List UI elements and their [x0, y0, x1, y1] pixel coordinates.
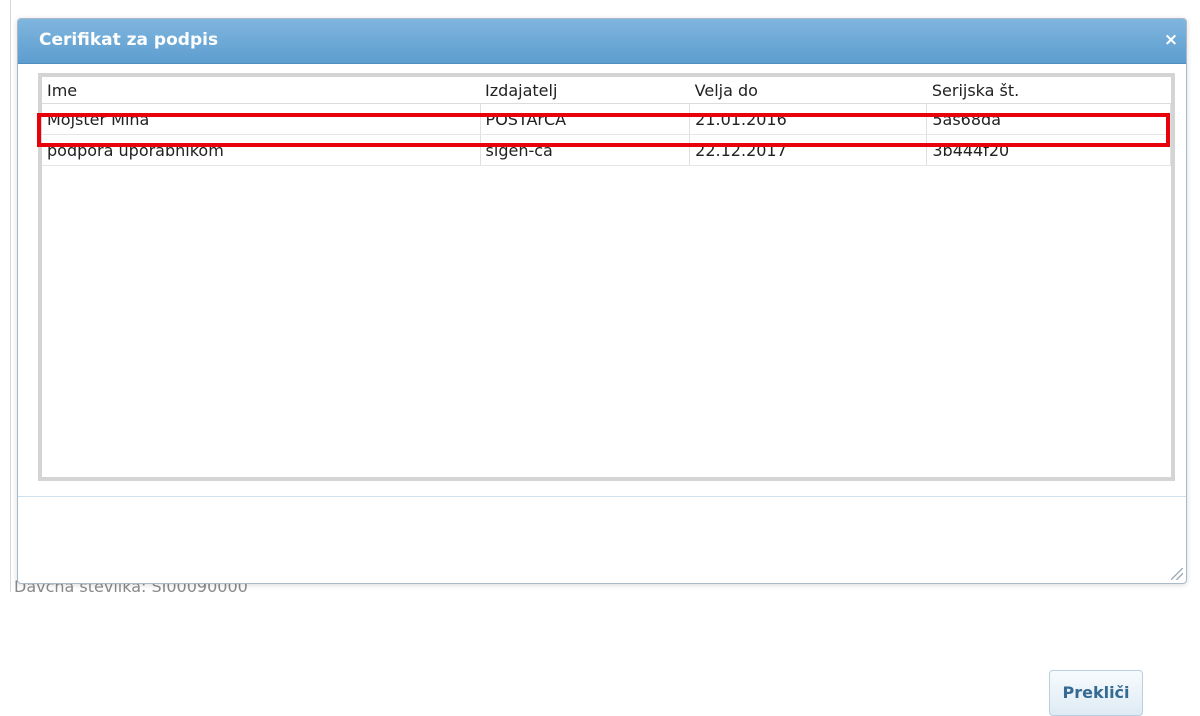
table-row-podpora-uporabnikom[interactable]: podpora uporabnikom sigen-ca 22.12.2017 …	[42, 134, 1171, 166]
dialog-title: Cerifikat za podpis	[39, 30, 219, 50]
certificate-table: Ime Izdajatelj Velja do Serijska št. Moj…	[42, 77, 1171, 166]
column-header-serial[interactable]: Serijska št.	[926, 77, 1171, 104]
certificate-serial-cell[interactable]: 3b444f20	[926, 134, 1171, 166]
certificate-valid-to-cell[interactable]: 21.01.2016	[689, 103, 928, 135]
table-row-mojster-miha[interactable]: Mojster Miha POSTArCA 21.01.2016 5as68da	[42, 103, 1171, 135]
certificate-serial-cell[interactable]: 5as68da	[926, 103, 1171, 135]
certificate-name-cell[interactable]: Mojster Miha	[42, 103, 481, 135]
close-icon[interactable]: ×	[1163, 32, 1179, 49]
certificate-valid-to-cell[interactable]: 22.12.2017	[689, 134, 928, 166]
dialog-footer-divider	[18, 496, 1186, 497]
resize-handle-icon[interactable]	[1171, 568, 1183, 580]
cancel-button[interactable]: Prekliči	[1049, 670, 1143, 716]
certificate-table-frame: Ime Izdajatelj Velja do Serijska št. Moj…	[38, 73, 1175, 481]
certificate-dialog: Cerifikat za podpis × Ime Izdajatelj Vel…	[17, 18, 1187, 716]
certificate-name-cell[interactable]: podpora uporabnikom	[42, 134, 481, 166]
column-header-valid-to[interactable]: Velja do	[689, 77, 927, 104]
column-header-issuer[interactable]: Izdajatelj	[480, 77, 690, 104]
dialog-titlebar[interactable]: Cerifikat za podpis ×	[18, 19, 1186, 64]
certificate-issuer-cell[interactable]: POSTArCA	[480, 103, 691, 135]
certificate-issuer-cell[interactable]: sigen-ca	[480, 134, 691, 166]
table-header-row: Ime Izdajatelj Velja do Serijska št.	[42, 77, 1171, 104]
column-header-name[interactable]: Ime	[42, 77, 481, 104]
background-divider	[10, 0, 11, 592]
